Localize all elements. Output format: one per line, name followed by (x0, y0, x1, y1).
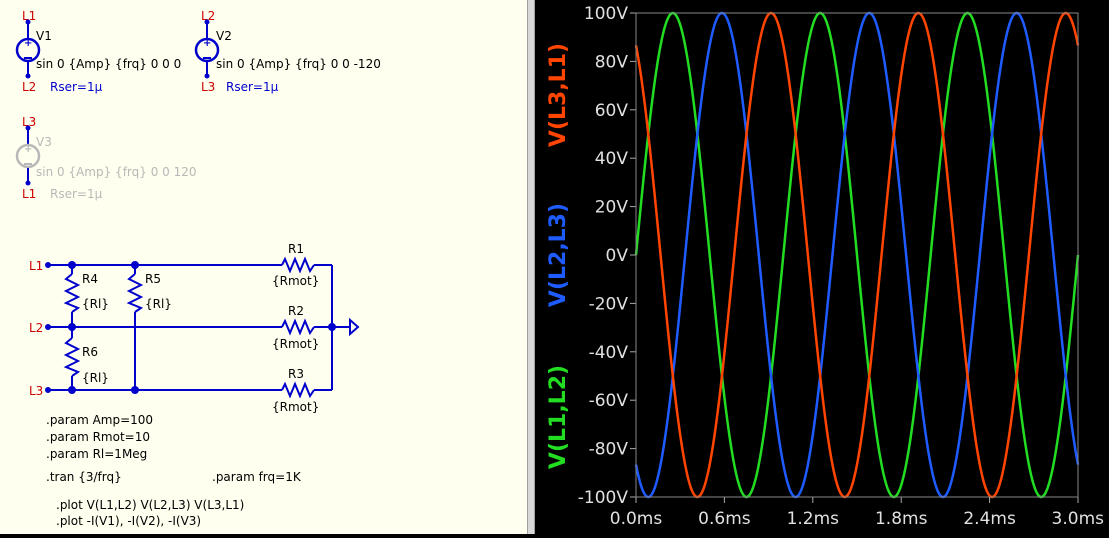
v1-spec[interactable]: sin 0 {Amp} {frq} 0 0 0 (36, 57, 181, 71)
directive-param-rl[interactable]: .param Rl=1Meg (46, 447, 147, 461)
y-tick-label: 20V (595, 198, 629, 218)
output-port-icon[interactable] (349, 317, 360, 337)
r6-value[interactable]: {Rl} (82, 371, 109, 385)
x-tick-label: 0.6ms (698, 509, 751, 529)
schematic-canvas[interactable]: L1 + V1 sin 0 {Amp} {frq} 0 0 0 L2 Rser=… (0, 0, 527, 534)
voltage-source-v1[interactable]: L1 + V1 sin 0 {Amp} {frq} 0 0 0 L2 Rser=… (15, 9, 181, 94)
directive-param-rmot[interactable]: .param Rmot=10 (46, 430, 150, 444)
resistor-r3[interactable] (281, 381, 315, 399)
trace-label-v-l3-l1[interactable]: V(L3,L1) (546, 43, 571, 147)
y-tick-label: 60V (595, 101, 629, 121)
y-tick-label: -80V (589, 440, 629, 460)
r2-value[interactable]: {Rmot} (272, 337, 319, 351)
net-label-l1: L1 (29, 259, 43, 273)
resistor-r2[interactable] (281, 318, 315, 336)
r4-value[interactable]: {Rl} (82, 297, 109, 311)
v1-name: V1 (36, 29, 52, 43)
x-tick-label: 3.0ms (1052, 509, 1105, 529)
v3-bottom-node-label: L1 (22, 187, 36, 201)
r3-ref: R3 (288, 367, 304, 381)
y-tick-label: 40V (595, 149, 629, 169)
svg-text:+: + (203, 38, 211, 49)
x-tick-label: 1.8ms (875, 509, 928, 529)
directive-plot-currents[interactable]: .plot -I(V1), -I(V2), -I(V3) (56, 514, 201, 528)
v2-rser[interactable]: Rser=1µ (226, 80, 279, 94)
v1-rser[interactable]: Rser=1µ (50, 80, 103, 94)
x-tick-label: 1.2ms (787, 509, 840, 529)
y-tick-label: 80V (595, 52, 629, 72)
waveform-plot[interactable]: V(L3,L1) V(L2,L3) V(L1,L2) 100V 80V 60V 40V… (535, 0, 1109, 534)
net-label-l2: L2 (29, 321, 43, 335)
v1-bottom-node-label: L2 (22, 80, 36, 94)
svg-text:+: + (24, 144, 32, 155)
trace-label-v-l1-l2[interactable]: V(L1,L2) (546, 365, 571, 469)
r1-ref: R1 (288, 242, 304, 256)
r4-ref: R4 (82, 272, 98, 286)
y-axis: 100V 80V 60V 40V 20V 0V -20V -40V -60V -80V -100V (578, 4, 636, 508)
v2-spec[interactable]: sin 0 {Amp} {frq} 0 0 -120 (216, 57, 381, 71)
schematic-editor[interactable]: L1 + V1 sin 0 {Amp} {frq} 0 0 0 L2 Rser=… (0, 0, 527, 534)
r5-ref: R5 (145, 272, 161, 286)
y-tick-label: -100V (578, 488, 629, 508)
resistor-r4[interactable] (63, 273, 81, 313)
y-tick-label: 0V (606, 246, 629, 266)
directive-tran[interactable]: .tran {3/frq} (46, 470, 122, 484)
directive-plot-voltages[interactable]: .plot V(L1,L2) V(L2,L3) V(L3,L1) (56, 498, 244, 512)
trace-label-v-l2-l3[interactable]: V(L2,L3) (546, 203, 571, 307)
v3-spec[interactable]: sin 0 {Amp} {frq} 0 0 120 (36, 165, 197, 179)
y-tick-label: -20V (589, 294, 629, 314)
x-tick-label: 2.4ms (963, 509, 1016, 529)
y-tick-label: 100V (584, 4, 628, 24)
y-tick-label: -40V (589, 343, 629, 363)
svg-text:+: + (24, 38, 32, 49)
resistor-r6[interactable] (63, 337, 81, 377)
v3-name: V3 (36, 135, 52, 149)
y-tick-label: -60V (589, 391, 629, 411)
directive-param-amp[interactable]: .param Amp=100 (46, 413, 153, 427)
r5-value[interactable]: {Rl} (145, 297, 172, 311)
voltage-source-v3[interactable]: L3 + V3 sin 0 {Amp} {frq} 0 0 120 L1 Rse… (15, 115, 197, 201)
directive-param-frq[interactable]: .param frq=1K (212, 470, 302, 484)
x-axis: 0.0ms 0.6ms 1.2ms 1.8ms 2.4ms 3.0ms (610, 497, 1104, 529)
voltage-source-v2[interactable]: L2 + V2 sin 0 {Amp} {frq} 0 0 -120 L3 Rs… (194, 9, 381, 94)
v2-name: V2 (216, 29, 232, 43)
pane-splitter[interactable] (527, 0, 535, 534)
traces (634, 11, 1080, 499)
r2-ref: R2 (288, 304, 304, 318)
resistor-r5[interactable] (126, 273, 144, 313)
resistor-r1[interactable] (281, 256, 315, 274)
v3-rser[interactable]: Rser=1µ (50, 187, 103, 201)
net-label-l3: L3 (29, 384, 43, 398)
x-tick-label: 0.0ms (610, 509, 663, 529)
r6-ref: R6 (82, 345, 98, 359)
v2-bottom-node-label: L3 (201, 80, 215, 94)
r3-value[interactable]: {Rmot} (272, 400, 319, 414)
r1-value[interactable]: {Rmot} (272, 274, 319, 288)
waveform-viewer[interactable]: V(L3,L1) V(L2,L3) V(L1,L2) 100V 80V 60V 40V… (535, 0, 1109, 534)
